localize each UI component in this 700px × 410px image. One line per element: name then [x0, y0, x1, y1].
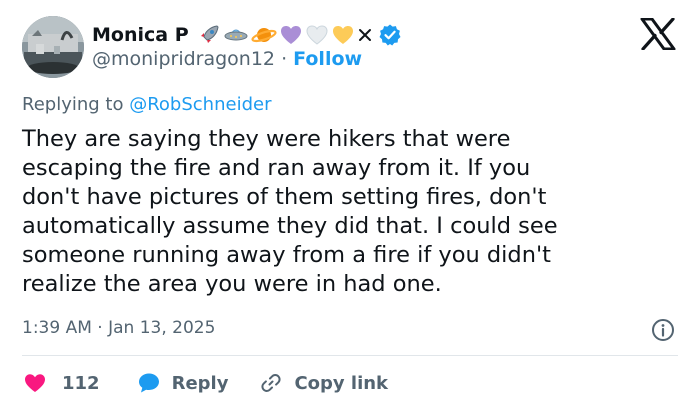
reply-mention-link[interactable]: @RobSchneider	[129, 94, 271, 115]
author-handle[interactable]: @monipridragon12	[92, 48, 275, 70]
tweet-time: 1:39 AM	[22, 318, 92, 338]
author-name-row: Monica P	[92, 20, 402, 50]
reply-bubble-icon	[138, 373, 159, 393]
reply-button[interactable]: Reply	[136, 371, 229, 395]
author-handle-row: @monipridragon12 · Follow	[92, 48, 362, 70]
reply-context-prefix: Replying to	[22, 94, 124, 115]
link-icon	[261, 374, 282, 392]
timestamp-separator: ·	[97, 318, 103, 338]
reply-context: Replying to @RobSchneider	[22, 94, 271, 115]
tweet-action-bar: 112 Reply Copy link	[22, 368, 388, 398]
info-icon[interactable]	[651, 318, 675, 342]
x-logo-icon[interactable]	[640, 18, 676, 50]
tweet-date: Jan 13, 2025	[108, 318, 216, 338]
like-button[interactable]: 112	[22, 371, 100, 395]
tweet-text: They are saying they were hikers that we…	[22, 126, 558, 297]
purple-heart-emoji-icon	[280, 26, 301, 44]
heart-icon	[25, 374, 45, 392]
tweet-timestamp[interactable]: 1:39 AM · Jan 13, 2025	[22, 318, 215, 338]
name-emoji-group	[197, 23, 402, 47]
author-display-name[interactable]: Monica P	[92, 24, 189, 46]
reply-label: Reply	[171, 372, 229, 394]
rocket-emoji-icon	[199, 25, 219, 44]
ringed-planet-emoji-icon	[251, 28, 277, 43]
divider	[22, 355, 678, 356]
cross-mark-emoji-icon	[358, 29, 371, 41]
verified-badge-icon[interactable]	[378, 23, 402, 47]
avatar[interactable]	[22, 16, 84, 78]
white-heart-emoji-icon	[306, 25, 328, 45]
follow-button[interactable]: Follow	[293, 48, 362, 70]
copy-link-button[interactable]: Copy link	[258, 371, 388, 395]
copy-link-label: Copy link	[294, 372, 389, 394]
handle-separator: ·	[281, 48, 288, 70]
like-count: 112	[62, 372, 100, 394]
ufo-emoji-icon	[224, 29, 248, 41]
yellow-heart-emoji-icon	[332, 26, 353, 44]
avatar-photo	[22, 16, 84, 78]
